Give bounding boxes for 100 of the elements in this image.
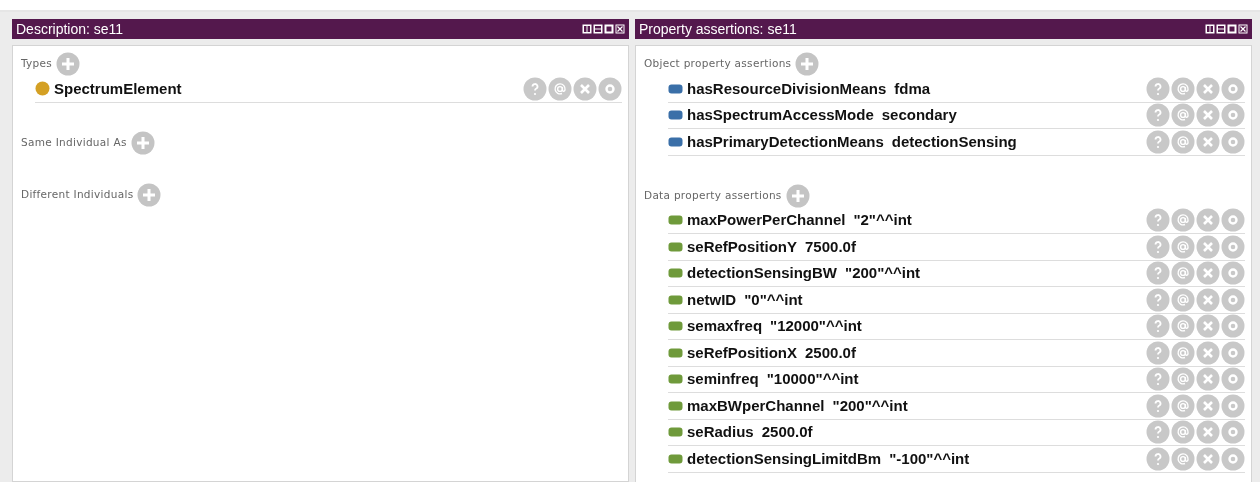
object-property-icon (668, 83, 683, 94)
annotation-icon[interactable] (1171, 446, 1195, 471)
help-icon[interactable] (523, 76, 547, 101)
property-name: detectionSensingLimitdBm (687, 448, 882, 469)
ring-icon[interactable] (1221, 234, 1245, 259)
section-label: Object property assertions (644, 56, 792, 72)
help-icon[interactable] (1146, 234, 1170, 259)
data-property-icon (668, 400, 683, 411)
property-name: netwID (687, 289, 737, 310)
add-icon[interactable] (785, 183, 810, 208)
annotation-icon[interactable] (1171, 314, 1195, 339)
section-label: Same Individual As (21, 134, 127, 150)
object-property-icon (668, 110, 683, 121)
property-value: "2"^^int (853, 210, 912, 230)
annotation-icon[interactable] (1171, 103, 1195, 128)
ring-icon[interactable] (1221, 420, 1245, 445)
maximize-icon[interactable] (604, 24, 614, 34)
help-icon[interactable] (1146, 129, 1170, 154)
help-icon[interactable] (1146, 208, 1170, 233)
close-icon[interactable] (1238, 24, 1248, 34)
ring-icon[interactable] (1221, 103, 1245, 128)
add-icon[interactable] (795, 52, 820, 76)
annotation-icon[interactable] (1171, 367, 1195, 392)
annotation-icon[interactable] (1171, 234, 1195, 259)
maximize-icon[interactable] (1227, 24, 1237, 34)
help-icon[interactable] (1146, 261, 1170, 286)
property-value: "10000"^^int (766, 369, 859, 389)
ring-icon[interactable] (1221, 367, 1245, 392)
property-value: detectionSensing (891, 131, 1017, 152)
help-icon[interactable] (1146, 420, 1170, 445)
data-property-icon (668, 453, 683, 464)
ring-icon[interactable] (1221, 340, 1245, 365)
property-name: semaxfreq (687, 316, 763, 336)
property-name: seRefPositionY (687, 236, 798, 257)
section-label: Data property assertions (644, 187, 782, 203)
annotation-icon[interactable] (548, 76, 572, 101)
annotation-icon[interactable] (1171, 76, 1195, 101)
help-icon[interactable] (1146, 314, 1170, 339)
property-value: "0"^^int (744, 289, 803, 310)
annotation-icon[interactable] (1171, 393, 1195, 418)
property-name: maxPowerPerChannel (687, 210, 846, 230)
panel-title: Property assertions: se11 (639, 19, 798, 39)
help-icon[interactable] (1146, 393, 1170, 418)
ring-icon[interactable] (1221, 208, 1245, 233)
add-icon[interactable] (56, 52, 81, 76)
property-value: "12000"^^int (770, 316, 862, 336)
class-icon (35, 81, 50, 97)
annotation-icon[interactable] (1171, 261, 1195, 286)
help-icon[interactable] (1146, 76, 1170, 101)
property-value: "-100"^^int (889, 448, 970, 469)
data-property-icon (668, 294, 683, 305)
annotation-icon[interactable] (1171, 208, 1195, 233)
help-icon[interactable] (1146, 446, 1170, 471)
close-icon[interactable] (615, 24, 625, 34)
property-name: seRadius (687, 422, 754, 442)
property-name: seminfreq (687, 369, 759, 389)
property-value: fdma (894, 78, 931, 99)
property-name: hasResourceDivisionMeans (687, 78, 887, 99)
annotation-icon[interactable] (1171, 287, 1195, 312)
property-value: 2500.0f (761, 422, 813, 442)
property-value: "200"^^int (832, 395, 908, 416)
split-icon[interactable] (582, 24, 592, 34)
property-name: hasPrimaryDetectionMeans (687, 131, 884, 152)
help-icon[interactable] (1146, 103, 1170, 128)
ring-icon[interactable] (1221, 393, 1245, 418)
help-icon[interactable] (1146, 367, 1170, 392)
data-property-icon (668, 215, 683, 226)
ring-icon[interactable] (1221, 129, 1245, 154)
help-icon[interactable] (1146, 287, 1170, 312)
property-name: maxBWperChannel (687, 395, 825, 416)
property-name: detectionSensingBW (687, 263, 837, 283)
data-property-icon (668, 427, 683, 438)
ring-icon[interactable] (598, 76, 622, 101)
data-property-icon (668, 241, 683, 252)
annotation-icon[interactable] (1171, 420, 1195, 445)
section-label: Different Individuals (21, 186, 134, 202)
ring-icon[interactable] (1221, 76, 1245, 101)
ring-icon[interactable] (1221, 261, 1245, 286)
ring-icon[interactable] (1221, 314, 1245, 339)
split-icon[interactable] (593, 24, 603, 34)
add-icon[interactable] (137, 182, 162, 207)
split-icon[interactable] (1205, 24, 1215, 34)
ring-icon[interactable] (1221, 446, 1245, 471)
property-value: 2500.0f (805, 342, 856, 363)
annotation-icon[interactable] (1171, 129, 1195, 154)
help-icon[interactable] (1146, 340, 1170, 365)
object-property-icon (668, 136, 683, 147)
property-name: seRefPositionX (687, 342, 798, 363)
property-value: secondary (881, 105, 957, 125)
annotation-icon[interactable] (1171, 340, 1195, 365)
property-value: 7500.0f (805, 236, 856, 257)
data-property-icon (668, 347, 683, 358)
property-name: hasSpectrumAccessMode (687, 105, 874, 125)
add-icon[interactable] (130, 130, 155, 155)
ring-icon[interactable] (1221, 287, 1245, 312)
split-icon[interactable] (1216, 24, 1226, 34)
class-name: SpectrumElement (54, 78, 182, 99)
data-property-icon (668, 374, 683, 385)
section-label: Types (21, 56, 53, 72)
data-property-icon (668, 268, 683, 279)
